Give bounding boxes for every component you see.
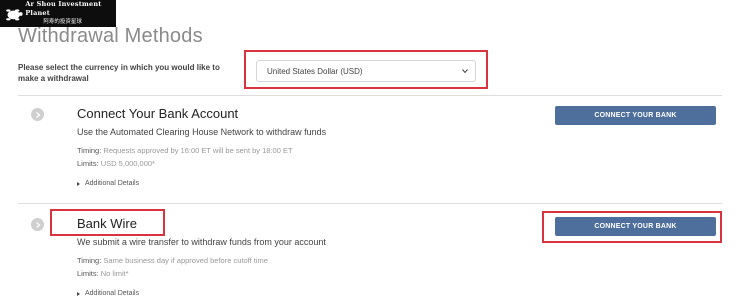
method-timing-wire: Timing: Same business day if approved be… <box>77 256 268 265</box>
method-description-wire: We submit a wire transfer to withdraw fu… <box>77 237 326 247</box>
method-timing-ach: Timing: Requests approved by 16:00 ET wi… <box>77 146 293 155</box>
divider <box>18 203 722 204</box>
timing-value: Requests approved by 16:00 ET will be se… <box>103 146 293 155</box>
highlight-box-bank-wire <box>50 209 165 236</box>
turtle-icon <box>6 8 23 20</box>
additional-details-toggle-wire[interactable]: Additional Details <box>77 290 139 297</box>
limits-label: Limits: <box>77 159 99 168</box>
additional-details-label: Additional Details <box>85 290 140 297</box>
method-description-ach: Use the Automated Clearing House Network… <box>77 127 327 137</box>
method-limits-wire: Limits: No limit* <box>77 269 129 278</box>
timing-label: Timing: <box>77 146 102 155</box>
timing-label: Timing: <box>77 256 102 265</box>
watermark-title: Ar Shou Investment Planet <box>25 0 102 17</box>
additional-details-label: Additional Details <box>85 180 140 187</box>
page-title: Withdrawal Methods <box>18 25 203 47</box>
chevron-right-icon[interactable] <box>31 108 44 121</box>
caret-right-icon <box>77 291 80 296</box>
currency-prompt: Please select the currency in which you … <box>18 63 220 83</box>
watermark-logo: Ar Shou Investment Planet 阿寿的投资星球 <box>0 0 116 27</box>
limits-label: Limits: <box>77 269 99 278</box>
connect-bank-button-ach[interactable]: CONNECT YOUR BANK <box>555 106 716 125</box>
limits-value: No limit* <box>100 269 129 278</box>
divider <box>18 95 722 96</box>
chevron-right-icon[interactable] <box>31 218 44 231</box>
method-title-ach: Connect Your Bank Account <box>77 106 239 121</box>
caret-right-icon <box>77 181 80 186</box>
limits-value: USD 5,000,000* <box>100 159 155 168</box>
method-limits-ach: Limits: USD 5,000,000* <box>77 159 155 168</box>
highlight-box-connect-button <box>542 211 722 243</box>
highlight-box-currency <box>244 50 488 89</box>
additional-details-toggle-ach[interactable]: Additional Details <box>77 180 139 187</box>
timing-value: Same business day if approved before cut… <box>103 256 268 265</box>
